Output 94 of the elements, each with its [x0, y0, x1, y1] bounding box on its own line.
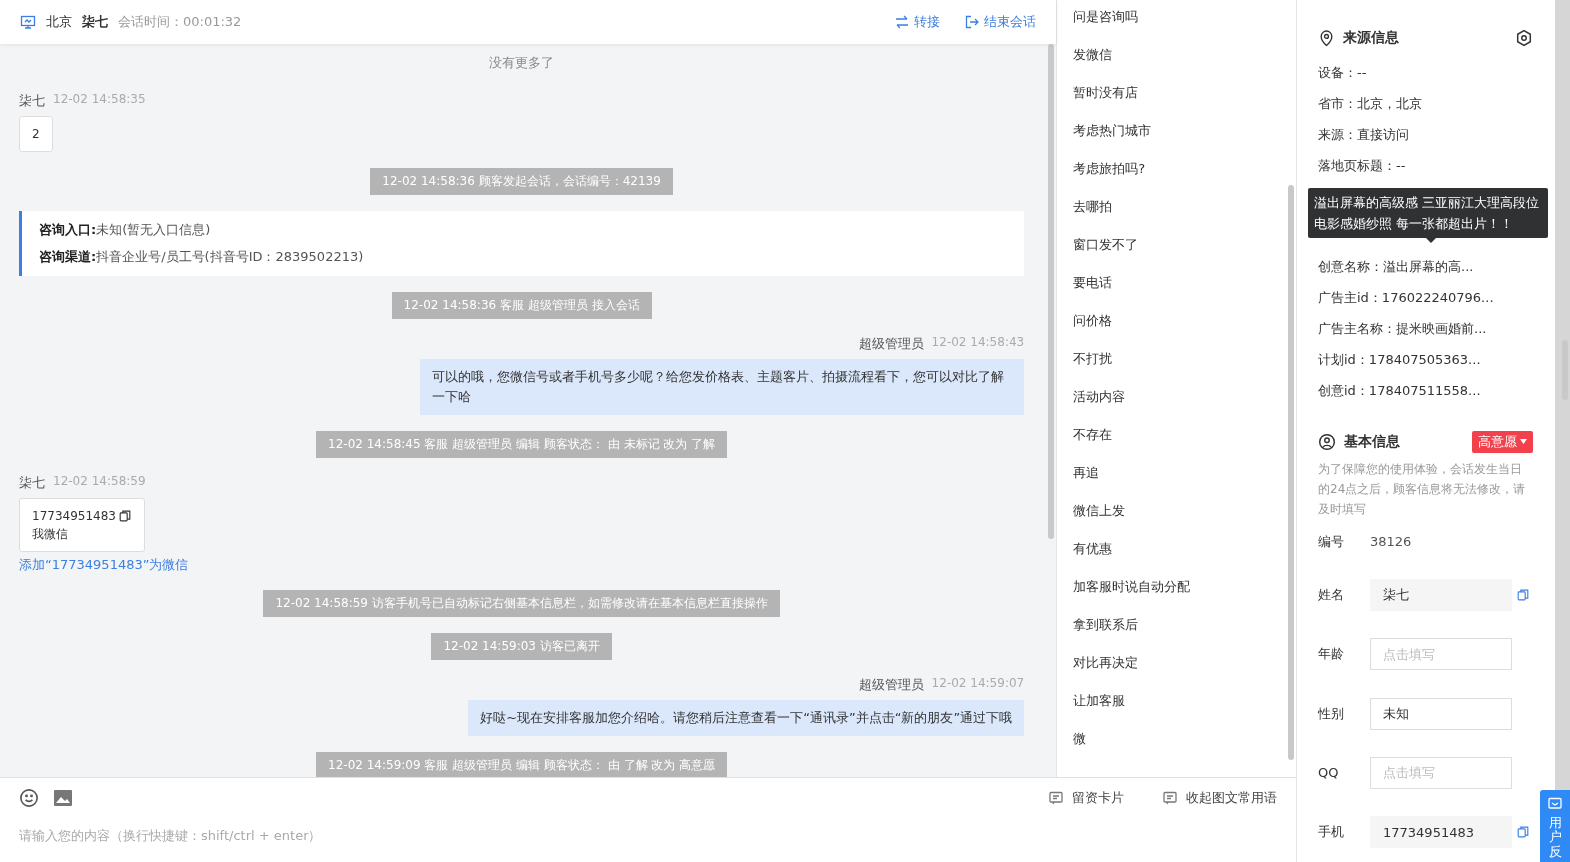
system-message: 12-02 14:58:36 客服 超级管理员 接入会话	[391, 292, 652, 319]
field-label: 性别	[1318, 704, 1345, 723]
tooltip: 溢出屏幕的高级感 三亚丽江大理高段位电影感婚纱照 每一张都超出片！！	[1308, 187, 1548, 238]
system-message: 12-02 14:58:45 客服 超级管理员 编辑 顾客状态： 由 未标记 改为 了解	[316, 431, 728, 458]
monitor-icon	[20, 14, 36, 30]
system-message: 12-02 14:58:59 访客手机号已自动标记右侧基本信息栏，如需修改请在基本信息栏直接操作	[263, 590, 780, 617]
quick-reply-item[interactable]: 暂时没有店	[1057, 81, 1296, 119]
quick-reply-item[interactable]: 有优惠	[1057, 537, 1296, 575]
message-text: 17734951483	[32, 508, 116, 525]
sender-name: 柒七	[19, 92, 45, 110]
entry-row-text: 咨询入口:未知(暂无入口信息)	[39, 221, 212, 239]
visitor-name: 柒七	[82, 13, 108, 31]
quick-reply-item[interactable]: 让加客服	[1057, 689, 1296, 727]
comment-icon	[1547, 796, 1563, 812]
quick-reply-item[interactable]: 不存在	[1057, 423, 1296, 461]
settings-icon	[1515, 29, 1533, 48]
quick-reply-item[interactable]: 问价格	[1057, 309, 1296, 347]
quick-reply-item[interactable]: 再追	[1057, 461, 1296, 499]
quick-reply-item[interactable]: 加客服时说自动分配	[1057, 575, 1296, 613]
sender-name: 柒七	[19, 474, 45, 492]
source-row-text: 设备：--	[1318, 63, 1368, 82]
comment-icon	[1048, 790, 1064, 806]
quick-reply-item[interactable]: 去哪拍	[1057, 195, 1296, 233]
field-label: 年龄	[1318, 645, 1345, 664]
source-row-text: 来源：直接访问	[1318, 125, 1410, 144]
quick-reply-item[interactable]: 考虑热门城市	[1057, 119, 1296, 157]
quick-reply-item[interactable]: 问是咨询吗	[1057, 5, 1296, 43]
session-duration: 会话时间：00:01:32	[118, 13, 242, 31]
source-row-text: 广告主id：176022240796...	[1318, 288, 1495, 307]
transfer-link[interactable]: 转接	[894, 13, 941, 31]
system-message: 12-02 14:59:03 访客已离开	[431, 633, 612, 660]
quick-reply-item[interactable]: 要电话	[1057, 271, 1296, 309]
section-title: 基本信息	[1344, 432, 1400, 451]
id-value: 38126	[1370, 534, 1412, 550]
source-row-text: 广告主名称：提米映画婚前...	[1318, 319, 1488, 338]
scrollbar[interactable]	[1288, 185, 1294, 760]
source-row-text: 省市：北京，北京	[1318, 94, 1423, 113]
message-time: 12-02 14:58:43	[931, 335, 1025, 351]
source-row-text: 创意id：178407511558...	[1318, 381, 1482, 400]
field-label: 编号	[1318, 532, 1345, 551]
field-label: 姓名	[1318, 585, 1345, 604]
location-pin-icon	[1318, 29, 1335, 47]
quick-reply-item[interactable]: 不打扰	[1057, 347, 1296, 385]
composer-tool-button[interactable]: 收起图文常用语	[1162, 789, 1277, 807]
quick-reply-item[interactable]: 微信上发	[1057, 499, 1296, 537]
section-title: 来源信息	[1343, 29, 1399, 48]
input-field[interactable]: 未知	[1370, 697, 1512, 730]
field-label: QQ	[1318, 765, 1340, 781]
exit-icon	[964, 14, 981, 30]
sender-name: 超级管理员	[858, 335, 924, 353]
quick-reply-item[interactable]: 考虑旅拍吗?	[1057, 157, 1296, 195]
entry-row-text: 咨询渠道:抖音企业号/员工号(抖音号ID：2839502213)	[39, 248, 365, 266]
add-wechat-link[interactable]: 添加“17734951483”为微信	[19, 556, 189, 574]
message-text: 2	[32, 126, 40, 143]
info-note: 为了保障您的使用体验，会话发生当日的24点之后，顾客信息将无法修改，请及时填写	[1318, 460, 1527, 518]
quick-reply-item[interactable]: 发微信	[1057, 43, 1296, 81]
message-bubble: 可以的哦，您微信号或者手机号多少呢？给您发价格表、主题客片、拍摄流程看下，您可以对比了解一下哈	[420, 359, 1025, 415]
image-icon[interactable]	[53, 789, 73, 807]
caret-icon	[1520, 439, 1527, 445]
sender-name: 超级管理员	[858, 676, 924, 694]
comment-icon	[1162, 790, 1178, 806]
tooltip-arrow	[1426, 237, 1436, 243]
end-session-link[interactable]: 结束会话	[964, 13, 1037, 31]
city-label: 北京	[46, 13, 72, 31]
message-bubble: 好哒~现在安排客服加您介绍哈。请您稍后注意查看一下“通讯录”并点击“新的朋友”通过下哦	[468, 700, 1025, 736]
user-circle-icon	[1318, 432, 1336, 451]
system-message: 12-02 14:59:09 客服 超级管理员 编辑 顾客状态： 由 了解 改为 高意愿	[316, 752, 728, 777]
source-row-text: 计划id：178407505363...	[1318, 350, 1482, 369]
message-time: 12-02 14:58:35	[53, 92, 146, 108]
copy-icon	[118, 509, 132, 523]
scrollbar[interactable]	[1048, 44, 1055, 539]
quick-reply-item[interactable]: 拿到联系后	[1057, 613, 1296, 651]
copy-icon	[1516, 587, 1530, 602]
emoji-icon	[19, 788, 39, 808]
source-row-text: 创意名称：溢出屏幕的高...	[1318, 257, 1475, 276]
input-field[interactable]: 点击填写	[1370, 756, 1512, 789]
field-label: 手机	[1318, 823, 1345, 842]
message-time: 12-02 14:59:07	[931, 676, 1025, 692]
input-field[interactable]: 柒七	[1370, 578, 1512, 611]
no-more-notice: 没有更多了	[488, 54, 556, 72]
composer-tool-button[interactable]: 留资卡片	[1048, 789, 1124, 807]
copy-icon	[1516, 825, 1530, 840]
input-field[interactable]: 点击填写	[1370, 638, 1512, 671]
input-field[interactable]: 17734951483	[1370, 816, 1512, 849]
message-text: 我微信	[32, 526, 68, 543]
quick-reply-item[interactable]: 活动内容	[1057, 385, 1296, 423]
swap-icon	[894, 14, 911, 30]
system-message: 12-02 14:58:36 顾客发起会话，会话编号：42139	[370, 168, 673, 195]
message-time: 12-02 14:58:59	[53, 474, 146, 490]
quick-reply-item[interactable]: 对比再决定	[1057, 651, 1296, 689]
quick-reply-item[interactable]: 微	[1057, 727, 1296, 765]
source-row-text: 落地页标题：--	[1318, 156, 1407, 175]
quick-reply-item[interactable]: 窗口发不了	[1057, 233, 1296, 271]
intent-dropdown[interactable]: 高意愿	[1472, 430, 1533, 453]
